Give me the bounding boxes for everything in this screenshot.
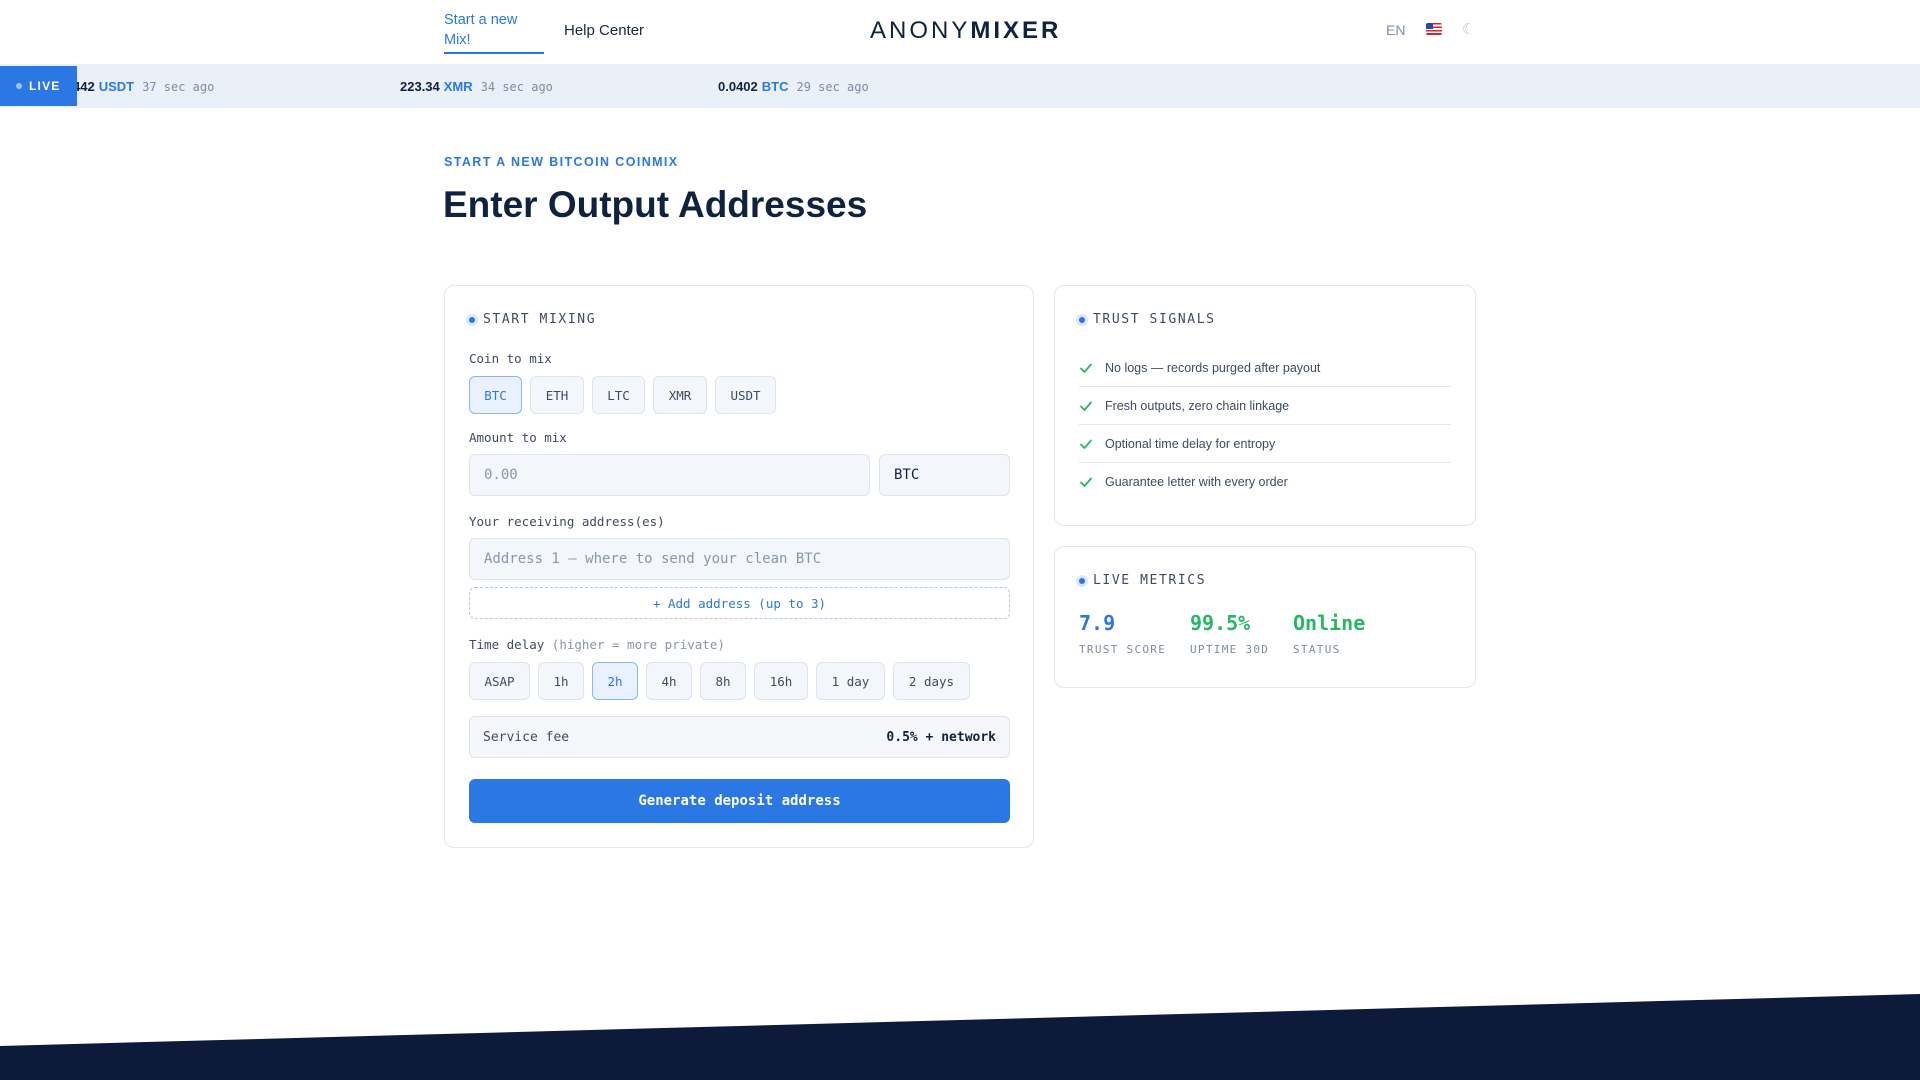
add-address-button[interactable]: + Add address (up to 3) — [469, 587, 1010, 619]
logo-light-text: ANONY — [870, 17, 971, 44]
amount-unit-select[interactable]: BTC — [879, 454, 1010, 496]
top-header: Start a new Mix! Help Center ANONYMIXER … — [0, 0, 1920, 64]
ticker-time: 29 sec ago — [796, 80, 869, 94]
check-icon — [1080, 477, 1092, 487]
page-eyebrow: START A NEW BITCOIN COINMIX — [444, 155, 679, 169]
check-icon — [1080, 401, 1092, 411]
coin-option-ltc[interactable]: LTC — [592, 376, 645, 414]
live-badge-label: LIVE — [29, 79, 61, 93]
trust-item-text: No logs — records purged after payout — [1105, 360, 1321, 375]
check-icon — [1080, 439, 1092, 449]
bullet-dot-icon — [1079, 316, 1085, 323]
card-title-text: START MIXING — [483, 312, 597, 327]
bullet-dot-icon — [1079, 577, 1085, 584]
metric-label: STATUS — [1293, 643, 1341, 656]
ticker-coin: BTC — [761, 79, 789, 94]
card-title-text: TRUST SIGNALS — [1093, 312, 1216, 327]
check-icon — [1080, 363, 1092, 373]
trust-item-text: Fresh outputs, zero chain linkage — [1105, 398, 1290, 413]
trust-item: No logs — records purged after payout — [1079, 349, 1451, 387]
delay-option-selected[interactable]: 2h — [592, 662, 638, 700]
delay-option[interactable]: 1h — [538, 662, 584, 700]
service-fee-label: Service fee — [483, 729, 570, 745]
coin-label: Coin to mix — [469, 351, 552, 366]
coin-option-eth[interactable]: ETH — [530, 376, 584, 414]
coin-option-xmr[interactable]: XMR — [653, 376, 707, 414]
delay-label-text: Time delay — [469, 637, 545, 652]
address-input[interactable]: Address 1 — where to send your clean BTC — [469, 538, 1010, 580]
ticker-amount: 223.34 — [400, 79, 440, 94]
amount-input[interactable]: 0.00 — [469, 454, 870, 496]
trust-item-text: Guarantee letter with every order — [1105, 475, 1288, 489]
card-title-text: LIVE METRICS — [1093, 573, 1207, 588]
card-title: START MIXING — [469, 312, 596, 327]
page-title: Enter Output Addresses — [443, 184, 868, 225]
delay-option[interactable]: 8h — [700, 662, 746, 700]
coin-option-btc[interactable]: BTC — [469, 376, 522, 414]
footer-band — [0, 994, 1920, 1080]
ticker-item: 0.0402 BTC 29 sec ago — [718, 79, 869, 94]
ticker-item: 223.34 XMR 34 sec ago — [400, 79, 553, 94]
trust-item: Guarantee letter with every order — [1079, 463, 1451, 501]
ticker-amount: 0.0402 — [718, 79, 758, 94]
amount-label: Amount to mix — [469, 430, 567, 445]
metric-trust-score: 7.9 TRUST SCORE — [1079, 611, 1166, 656]
ticker-item: 442 USDT 37 sec ago — [73, 79, 214, 94]
trust-item: Optional time delay for entropy — [1079, 425, 1451, 463]
delay-label: Time delay (higher = more private) — [469, 637, 725, 652]
metric-status: Online STATUS — [1293, 611, 1365, 656]
delay-option[interactable]: 4h — [646, 662, 692, 700]
start-mixing-card: START MIXING Coin to mix BTC ETH LTC XMR… — [444, 285, 1034, 848]
ticker-coin: XMR — [443, 79, 473, 94]
us-flag-icon[interactable] — [1426, 23, 1442, 35]
language-selector[interactable]: EN — [1386, 22, 1405, 38]
address-label: Your receiving address(es) — [469, 514, 665, 529]
card-title: TRUST SIGNALS — [1079, 312, 1216, 327]
delay-option[interactable]: ASAP — [469, 662, 530, 700]
metric-value: 99.5% — [1190, 611, 1251, 635]
nav-start-mix[interactable]: Start a new Mix! — [444, 10, 544, 54]
service-fee-value: 0.5% + network — [886, 729, 996, 745]
live-badge: LIVE — [0, 66, 77, 106]
logo[interactable]: ANONYMIXER — [870, 17, 1061, 45]
ticker-time: 34 sec ago — [480, 80, 553, 94]
card-title: LIVE METRICS — [1079, 573, 1206, 588]
service-fee-row: Service fee 0.5% + network — [469, 716, 1010, 758]
delay-hint: (higher = more private) — [551, 637, 725, 652]
metric-uptime: 99.5% UPTIME 30D — [1190, 611, 1269, 656]
delay-option[interactable]: 2 days — [893, 662, 970, 700]
generate-deposit-address-button[interactable]: Generate deposit address — [469, 779, 1010, 823]
live-ticker: LIVE 442 USDT 37 sec ago 223.34 XMR 34 sec a… — [0, 64, 1920, 108]
metric-value: Online — [1293, 611, 1366, 635]
metric-value: 7.9 — [1079, 611, 1116, 635]
delay-option[interactable]: 16h — [754, 662, 808, 700]
logo-bold-text: MIXER — [970, 17, 1062, 44]
ticker-time: 37 sec ago — [142, 80, 215, 94]
moon-icon[interactable]: ☾ — [1462, 20, 1475, 38]
live-dot-icon — [16, 83, 22, 89]
ticker-coin: USDT — [98, 79, 135, 94]
trust-item-text: Optional time delay for entropy — [1105, 436, 1276, 451]
coin-option-usdt[interactable]: USDT — [715, 376, 776, 414]
bullet-dot-icon — [469, 316, 475, 323]
metric-label: UPTIME 30D — [1190, 643, 1270, 656]
metric-label: TRUST SCORE — [1079, 643, 1167, 656]
trust-signals-card: TRUST SIGNALS No logs — records purged a… — [1054, 285, 1476, 526]
trust-item: Fresh outputs, zero chain linkage — [1079, 387, 1451, 425]
delay-option[interactable]: 1 day — [816, 662, 885, 700]
nav-help-center[interactable]: Help Center — [564, 21, 644, 41]
live-metrics-card: LIVE METRICS 7.9 TRUST SCORE 99.5% UPTIM… — [1054, 546, 1476, 688]
